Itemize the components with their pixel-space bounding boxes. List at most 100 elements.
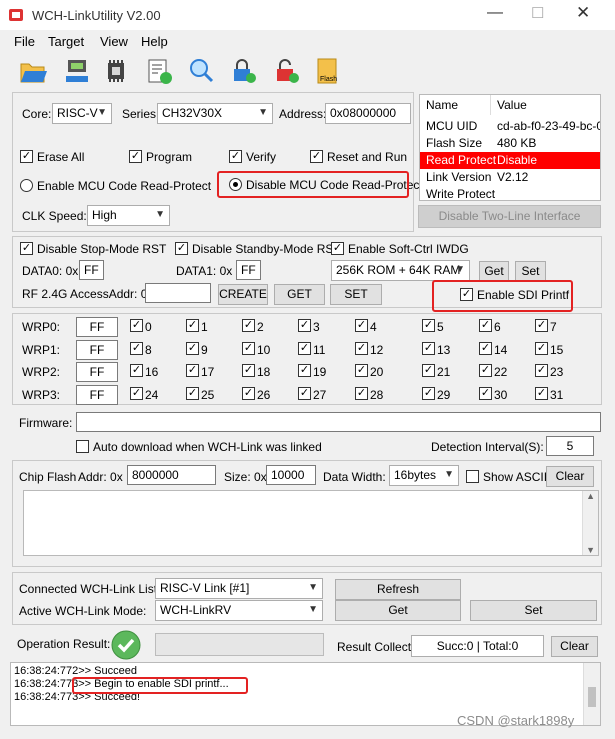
wrp-bit-checkbox[interactable]: ✓: [355, 364, 368, 377]
wrp-bit-checkbox[interactable]: ✓: [479, 342, 492, 355]
wrp-value-input[interactable]: FF: [76, 385, 118, 405]
wrp-bit-checkbox[interactable]: ✓: [242, 342, 255, 355]
clk-speed-select[interactable]: High ▼: [87, 205, 170, 226]
wrp-bit-label: 22: [494, 365, 508, 379]
wrp-bit-checkbox[interactable]: ✓: [130, 387, 143, 400]
result-clear-button[interactable]: Clear: [551, 636, 598, 657]
program-checkbox[interactable]: ✓: [129, 150, 142, 163]
wrp-bit-checkbox[interactable]: ✓: [242, 387, 255, 400]
disable-stop-rst-checkbox[interactable]: ✓: [20, 242, 33, 255]
disable-two-line-button[interactable]: Disable Two-Line Interface: [418, 205, 601, 228]
chip-config-icon[interactable]: [101, 56, 131, 86]
wrp-bit-checkbox[interactable]: ✓: [298, 342, 311, 355]
connect-target-icon[interactable]: [62, 56, 92, 86]
wrp-bit-checkbox[interactable]: ✓: [130, 342, 143, 355]
address-select[interactable]: 0x08000000: [325, 103, 411, 124]
wrp-value-input[interactable]: FF: [76, 317, 118, 337]
wrp-bit-checkbox[interactable]: ✓: [298, 364, 311, 377]
wrp-bit-checkbox[interactable]: ✓: [242, 319, 255, 332]
rom-set-button[interactable]: Set: [515, 261, 546, 282]
core-label: Core:: [22, 107, 52, 121]
wrp-value-input[interactable]: FF: [76, 362, 118, 382]
wrp-bit-checkbox[interactable]: ✓: [422, 364, 435, 377]
table-row[interactable]: Flash Size 480 KB: [420, 135, 600, 152]
close-button[interactable]: ✕: [576, 3, 590, 23]
maximize-button[interactable]: ☐: [531, 4, 544, 22]
table-row[interactable]: Link Version V2.12: [420, 169, 600, 186]
scroll-up-icon[interactable]: ▲: [586, 491, 595, 501]
wrp-bit-checkbox[interactable]: ✓: [535, 319, 548, 332]
wrp-bit-checkbox[interactable]: ✓: [355, 342, 368, 355]
data-width-select[interactable]: 16bytes ▼: [389, 465, 459, 486]
flash-size-input[interactable]: 10000: [266, 465, 316, 485]
wrp-bit-checkbox[interactable]: ✓: [355, 319, 368, 332]
link-mode-select[interactable]: WCH-LinkRV ▼: [155, 600, 323, 621]
mode-set-button[interactable]: Set: [470, 600, 597, 621]
wrp-bit-checkbox[interactable]: ✓: [422, 319, 435, 332]
title-bar: WCH-LinkUtility V2.00 — ☐ ✕: [0, 0, 615, 30]
query-search-icon[interactable]: [186, 56, 216, 86]
auto-download-checkbox[interactable]: [76, 440, 89, 453]
wrp-value-input[interactable]: FF: [76, 340, 118, 360]
enable-soft-iwdg-checkbox[interactable]: ✓: [331, 242, 344, 255]
flash-addr-input[interactable]: 8000000: [127, 465, 216, 485]
data0-input[interactable]: FF: [79, 260, 104, 280]
table-row[interactable]: MCU UID cd-ab-f0-23-49-bc-06-: [420, 118, 600, 135]
log-scroll-thumb[interactable]: [588, 687, 596, 707]
wrp-bit-checkbox[interactable]: ✓: [479, 319, 492, 332]
wrp-bit-checkbox[interactable]: ✓: [479, 387, 492, 400]
wrp-bit-checkbox[interactable]: ✓: [422, 342, 435, 355]
rom-get-button[interactable]: Get: [479, 261, 509, 282]
menu-help[interactable]: Help: [141, 34, 168, 49]
flash-data-view[interactable]: ▲ ▼: [23, 490, 599, 556]
wrp-bit-checkbox[interactable]: ✓: [130, 319, 143, 332]
rf-addr-input[interactable]: [145, 283, 211, 303]
rom-ram-select[interactable]: 256K ROM + 64K RAM ▼: [331, 260, 470, 281]
rf-get-button[interactable]: GET: [274, 284, 325, 305]
flash-icon[interactable]: Flash: [312, 56, 342, 86]
mode-get-button[interactable]: Get: [335, 600, 461, 621]
show-ascii-checkbox[interactable]: [466, 470, 479, 483]
wrp-bit-checkbox[interactable]: ✓: [186, 387, 199, 400]
enable-protect-radio[interactable]: [20, 179, 33, 192]
menu-view[interactable]: View: [100, 34, 128, 49]
wrp-bit-checkbox[interactable]: ✓: [130, 364, 143, 377]
unlock-icon[interactable]: [271, 56, 301, 86]
wrp-bit-checkbox[interactable]: ✓: [186, 342, 199, 355]
program-icon[interactable]: [144, 56, 174, 86]
wrp-bit-checkbox[interactable]: ✓: [186, 364, 199, 377]
menu-file[interactable]: File: [14, 34, 35, 49]
disable-standby-rst-checkbox[interactable]: ✓: [175, 242, 188, 255]
rf-set-button[interactable]: SET: [330, 284, 382, 305]
wrp-bit-checkbox[interactable]: ✓: [422, 387, 435, 400]
log-scrollbar[interactable]: [583, 663, 600, 725]
verify-checkbox[interactable]: ✓: [229, 150, 242, 163]
menu-target[interactable]: Target: [48, 34, 84, 49]
wrp-bit-checkbox[interactable]: ✓: [535, 342, 548, 355]
data1-input[interactable]: FF: [236, 260, 261, 280]
wrp-bit-checkbox[interactable]: ✓: [535, 387, 548, 400]
table-row[interactable]: Write Protect: [420, 186, 600, 200]
lock-icon[interactable]: [228, 56, 258, 86]
wrp-bit-checkbox[interactable]: ✓: [298, 387, 311, 400]
wrp-bit-checkbox[interactable]: ✓: [242, 364, 255, 377]
open-folder-icon[interactable]: [18, 56, 48, 86]
wrp-bit-checkbox[interactable]: ✓: [298, 319, 311, 332]
flash-clear-button[interactable]: Clear: [546, 466, 594, 487]
create-button[interactable]: CREATE: [218, 284, 268, 305]
series-select[interactable]: CH32V30X ▼: [157, 103, 273, 124]
wrp-bit-checkbox[interactable]: ✓: [535, 364, 548, 377]
firmware-input[interactable]: [76, 412, 601, 432]
minimize-button[interactable]: —: [487, 4, 503, 22]
reset-run-checkbox[interactable]: ✓: [310, 150, 323, 163]
detection-interval-input[interactable]: 5: [546, 436, 594, 456]
core-select[interactable]: RISC-V ▼: [52, 103, 112, 124]
wrp-bit-checkbox[interactable]: ✓: [186, 319, 199, 332]
refresh-button[interactable]: Refresh: [335, 579, 461, 600]
wrp-bit-checkbox[interactable]: ✓: [479, 364, 492, 377]
scroll-down-icon[interactable]: ▼: [586, 545, 595, 555]
connected-link-select[interactable]: RISC-V Link [#1] ▼: [155, 578, 323, 599]
table-row-read-protect[interactable]: Read Protect Disable: [420, 152, 600, 169]
erase-all-checkbox[interactable]: ✓: [20, 150, 33, 163]
wrp-bit-checkbox[interactable]: ✓: [355, 387, 368, 400]
